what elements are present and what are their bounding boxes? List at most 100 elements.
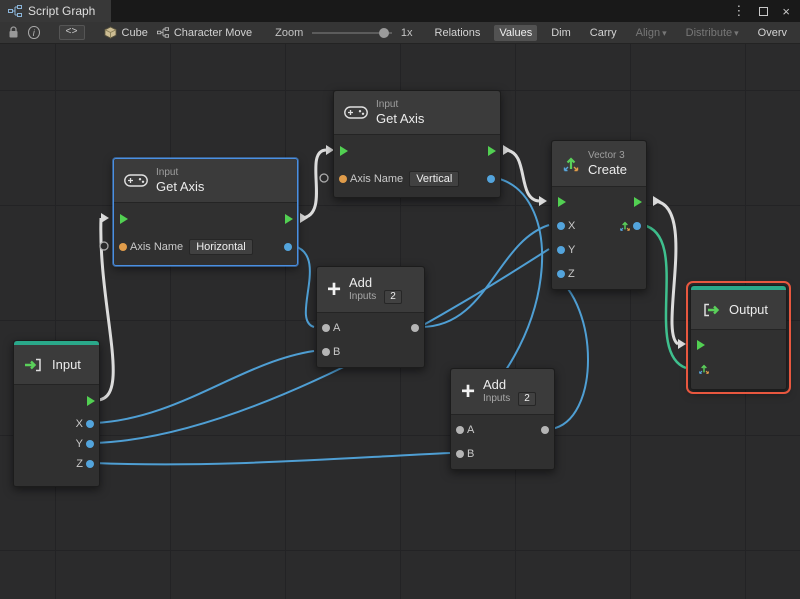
edit-graph-button[interactable]: <> bbox=[58, 25, 85, 40]
node-graph-output[interactable]: Output bbox=[686, 281, 791, 394]
node-add-2[interactable]: + Add Inputs 2 A B bbox=[450, 368, 555, 470]
unity-script-graph-window: Script Graph ⋮ × i <> Cube Character Mov… bbox=[0, 0, 800, 599]
align-button[interactable]: Align ▾ bbox=[631, 25, 672, 41]
port-x-label: X bbox=[75, 418, 83, 430]
z-out-port[interactable] bbox=[86, 460, 94, 468]
cube-icon bbox=[104, 26, 117, 39]
flow-out-port[interactable] bbox=[488, 146, 496, 156]
flow-arrow-icon bbox=[101, 213, 109, 223]
node-graph-input[interactable]: Input X Y Z bbox=[13, 340, 100, 487]
vector-out-port[interactable] bbox=[633, 222, 641, 230]
sum-out-port[interactable] bbox=[411, 324, 419, 332]
node-get-axis-horizontal[interactable]: Input Get Axis Axis Name Horizontal bbox=[113, 158, 298, 266]
inputs-count-field[interactable]: 2 bbox=[518, 392, 536, 406]
node-category: Input bbox=[156, 167, 179, 178]
unconnected-port-icon[interactable] bbox=[319, 173, 329, 183]
info-icon[interactable]: i bbox=[28, 26, 40, 39]
graph-asset-icon bbox=[156, 27, 169, 38]
result-out-port[interactable] bbox=[284, 243, 292, 251]
plus-icon: + bbox=[327, 275, 342, 303]
port-z-in[interactable] bbox=[557, 270, 565, 278]
node-vector3-create[interactable]: Vector 3 Create X Y Z bbox=[551, 140, 647, 290]
flow-out-port[interactable] bbox=[634, 197, 642, 207]
graph-toolbar: i <> Cube Character Move Zoom 1x Relatio… bbox=[0, 22, 800, 44]
gamepad-icon bbox=[124, 173, 148, 188]
axis-name-port[interactable] bbox=[119, 243, 127, 251]
plus-icon: + bbox=[461, 377, 476, 405]
wire-getaxis-horizontal-to-getaxis-vertical[interactable] bbox=[301, 148, 327, 220]
graph-canvas[interactable]: Input Get Axis Axis Name Vertical Input … bbox=[0, 44, 800, 599]
maximize-icon[interactable] bbox=[759, 6, 769, 16]
node-category: Input bbox=[376, 99, 399, 110]
port-a-label: A bbox=[333, 322, 341, 334]
node-title: Create bbox=[588, 162, 628, 177]
chevron-down-icon: ▾ bbox=[662, 27, 667, 38]
flow-arrow-icon bbox=[300, 213, 308, 223]
port-y-label: Y bbox=[568, 244, 576, 256]
window-controls: ⋮ × bbox=[732, 3, 800, 19]
flow-in-port[interactable] bbox=[340, 146, 348, 156]
axis-name-port[interactable] bbox=[339, 175, 347, 183]
input-arrow-icon bbox=[24, 358, 44, 372]
flow-arrow-icon bbox=[539, 196, 547, 206]
port-a-in[interactable] bbox=[322, 324, 330, 332]
node-header[interactable]: Input bbox=[14, 345, 99, 385]
port-y-in[interactable] bbox=[557, 246, 565, 254]
node-get-axis-vertical[interactable]: Input Get Axis Axis Name Vertical bbox=[333, 90, 501, 198]
node-title: Get Axis bbox=[156, 179, 205, 194]
axis-name-field[interactable]: Vertical bbox=[409, 171, 460, 187]
wire-add2-to-vector3-z[interactable] bbox=[550, 273, 589, 430]
port-a-in[interactable] bbox=[456, 426, 464, 434]
graph-asset[interactable]: Character Move bbox=[156, 26, 253, 39]
node-add-1[interactable]: + Add Inputs 2 A B bbox=[316, 266, 425, 368]
node-header[interactable]: Vector 3 Create bbox=[552, 141, 646, 187]
inputs-count-field[interactable]: 2 bbox=[384, 290, 402, 304]
node-header[interactable]: + Add Inputs 2 bbox=[451, 369, 554, 415]
output-arrow-icon bbox=[701, 303, 721, 317]
lock-icon[interactable] bbox=[8, 26, 19, 39]
node-header[interactable]: Input Get Axis bbox=[334, 91, 500, 135]
relations-button[interactable]: Relations bbox=[430, 25, 486, 41]
close-icon[interactable]: × bbox=[782, 4, 790, 19]
node-title: Output bbox=[729, 302, 769, 317]
graph-asset-label: Character Move bbox=[173, 26, 253, 39]
node-category: Vector 3 bbox=[588, 150, 625, 161]
target-object[interactable]: Cube bbox=[104, 26, 148, 39]
values-button[interactable]: Values bbox=[494, 24, 538, 41]
y-out-port[interactable] bbox=[86, 440, 94, 448]
node-header[interactable]: + Add Inputs 2 bbox=[317, 267, 424, 313]
unconnected-port-icon[interactable] bbox=[99, 241, 109, 251]
carry-button[interactable]: Carry bbox=[585, 25, 622, 41]
dim-button[interactable]: Dim bbox=[546, 25, 576, 41]
wire-input-x-to-add1-b[interactable] bbox=[93, 350, 315, 424]
port-b-in[interactable] bbox=[322, 348, 330, 356]
axis-name-field[interactable]: Horizontal bbox=[189, 239, 253, 255]
sum-out-port[interactable] bbox=[541, 426, 549, 434]
node-header[interactable]: Output bbox=[691, 290, 786, 330]
port-b-label: B bbox=[333, 346, 341, 358]
wire-add1-to-vector3-x[interactable] bbox=[420, 224, 550, 328]
param-label: Axis Name bbox=[350, 173, 404, 185]
tab-script-graph[interactable]: Script Graph bbox=[0, 0, 112, 22]
node-header[interactable]: Input Get Axis bbox=[114, 159, 297, 203]
param-label: Axis Name bbox=[130, 241, 184, 253]
vector3-port-icon bbox=[619, 220, 631, 235]
menu-icon[interactable]: ⋮ bbox=[732, 3, 745, 19]
wire-input-z-to-add2-b[interactable] bbox=[93, 452, 451, 466]
flow-arrow-icon bbox=[653, 196, 661, 206]
distribute-button[interactable]: Distribute ▾ bbox=[681, 25, 744, 41]
flow-arrow-icon bbox=[678, 339, 686, 349]
vector3-port-icon[interactable] bbox=[698, 363, 710, 378]
flow-in-port[interactable] bbox=[558, 197, 566, 207]
port-x-in[interactable] bbox=[557, 222, 565, 230]
overview-button[interactable]: Overv bbox=[753, 25, 792, 41]
port-b-in[interactable] bbox=[456, 450, 464, 458]
zoom-slider-handle[interactable] bbox=[378, 27, 389, 38]
x-out-port[interactable] bbox=[86, 420, 94, 428]
zoom-slider[interactable] bbox=[312, 27, 392, 39]
result-out-port[interactable] bbox=[487, 175, 495, 183]
flow-in-port[interactable] bbox=[697, 340, 705, 350]
flow-out-port[interactable] bbox=[87, 396, 95, 406]
flow-out-port[interactable] bbox=[285, 214, 293, 224]
flow-in-port[interactable] bbox=[120, 214, 128, 224]
